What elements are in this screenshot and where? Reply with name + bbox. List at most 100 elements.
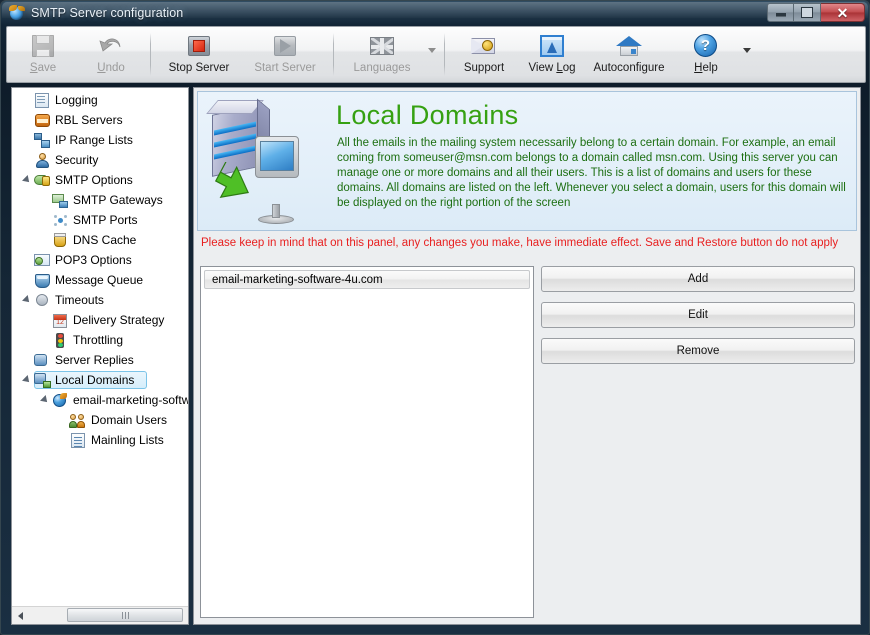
tree-expander-icon[interactable] [20, 377, 34, 383]
tree-item-label: IP Range Lists [55, 133, 133, 147]
main-toolbar: Save Undo Stop Server Start Server [6, 26, 866, 83]
languages-dropdown-button[interactable] [425, 27, 439, 82]
toolbar-button-support[interactable]: Support [450, 27, 518, 82]
tree-item-label: Throttling [73, 333, 123, 347]
tree-item-label: Delivery Strategy [73, 313, 164, 327]
tree-item-delivery-strategy[interactable]: Delivery Strategy [12, 310, 188, 330]
pop3-mail-icon [34, 252, 51, 268]
tree-item-smtp-ports[interactable]: SMTP Ports [12, 210, 188, 230]
tree-item-label: email-marketing-softw [73, 393, 188, 407]
tree-item-label: Domain Users [91, 413, 167, 427]
settings-tree[interactable]: Logging RBL Servers IP Range Lists Security… [12, 90, 188, 605]
arrow-left-icon [18, 612, 23, 620]
globe-icon [52, 392, 69, 408]
domain-action-buttons: Add Edit Remove [541, 266, 855, 364]
edit-button[interactable]: Edit [541, 302, 855, 328]
page-title: Local Domains [336, 100, 519, 131]
toolbar-button-stop-server[interactable]: Stop Server [156, 27, 242, 82]
navigation-sidebar: Logging RBL Servers IP Range Lists Security… [11, 87, 189, 625]
tree-item-label: Logging [55, 93, 98, 107]
toolbar-button-help[interactable]: ? Help [672, 27, 740, 82]
tree-item-smtp-gateways[interactable]: SMTP Gateways [12, 190, 188, 210]
tree-item-pop3-options[interactable]: POP3 Options [12, 250, 188, 270]
page-banner: Local Domains All the emails in the mail… [197, 91, 857, 231]
list-item[interactable]: email-marketing-software-4u.com [204, 270, 530, 289]
toolbar-button-languages[interactable]: Languages [339, 27, 425, 82]
scroll-thumb[interactable] [67, 608, 183, 622]
toolbar-button-save[interactable]: Save [9, 27, 77, 82]
tree-item-domain-users[interactable]: Domain Users [12, 410, 188, 430]
add-button[interactable]: Add [541, 266, 855, 292]
tree-item-logging[interactable]: Logging [12, 90, 188, 110]
database-icon [34, 112, 51, 128]
toolbar-button-view-log[interactable]: View Log [518, 27, 586, 82]
toolbar-overflow-button[interactable] [740, 27, 754, 82]
server-monitor-icon [208, 98, 328, 226]
tree-item-local-domains[interactable]: Local Domains [12, 370, 188, 390]
tree-item-label: Local Domains [55, 373, 134, 387]
tree-item-throttling[interactable]: Throttling [12, 330, 188, 350]
mailing-list-icon [70, 432, 87, 448]
tree-item-label: SMTP Options [55, 173, 133, 187]
tree-expander-icon[interactable] [20, 297, 34, 303]
toolbar-label-help: Help [694, 62, 718, 74]
tree-item-label: DNS Cache [73, 233, 136, 247]
chevron-expanded-icon [22, 295, 32, 305]
queue-bin-icon [34, 272, 51, 288]
chevron-expanded-icon [40, 395, 50, 405]
remove-button[interactable]: Remove [541, 338, 855, 364]
tree-item-mainling-lists[interactable]: Mainling Lists [12, 430, 188, 450]
minimize-icon [776, 13, 786, 17]
maximize-icon [801, 7, 813, 18]
help-question-icon: ? [694, 31, 718, 61]
server-reply-icon [34, 352, 51, 368]
tree-item-server-replies[interactable]: Server Replies [12, 350, 188, 370]
tree-expander-icon[interactable] [38, 397, 52, 403]
tree-item-label: Mainling Lists [91, 433, 164, 447]
document-icon [34, 92, 51, 108]
toolbar-button-start-server[interactable]: Start Server [242, 27, 328, 82]
local-domains-icon [34, 372, 51, 388]
tree-item-timeouts[interactable]: Timeouts [12, 290, 188, 310]
tree-item-label: Server Replies [55, 353, 134, 367]
page-description: All the emails in the mailing system nec… [337, 136, 849, 211]
scroll-left-button[interactable] [12, 607, 29, 624]
toolbar-separator-2 [333, 33, 334, 76]
minimize-button[interactable] [767, 3, 794, 22]
chevron-down-icon [428, 48, 436, 53]
calendar-icon [52, 312, 69, 328]
toolbar-label-view-log: View Log [528, 62, 575, 74]
tree-item-email-marketing-softw[interactable]: email-marketing-softw [12, 390, 188, 410]
gateway-icon [52, 192, 69, 208]
sidebar-horizontal-scrollbar[interactable] [12, 606, 188, 624]
start-server-icon [273, 31, 297, 61]
maximize-button[interactable] [794, 3, 821, 22]
toolbar-label-save: Save [30, 62, 56, 74]
tree-item-smtp-options[interactable]: SMTP Options [12, 170, 188, 190]
support-envelope-icon [471, 31, 497, 61]
tree-item-message-queue[interactable]: Message Queue [12, 270, 188, 290]
tree-item-rbl-servers[interactable]: RBL Servers [12, 110, 188, 130]
tree-item-dns-cache[interactable]: DNS Cache [12, 230, 188, 250]
traffic-light-icon [52, 332, 69, 348]
toolbar-button-autoconfigure[interactable]: Autoconfigure [586, 27, 672, 82]
toolbar-label-autoconfigure: Autoconfigure [594, 62, 665, 74]
scroll-track[interactable] [29, 607, 171, 624]
title-bar[interactable]: SMTP Server configuration [1, 1, 870, 24]
content-panel: Local Domains All the emails in the mail… [193, 87, 861, 625]
close-button[interactable]: ✕ [821, 3, 865, 22]
window-title: SMTP Server configuration [31, 6, 183, 20]
tree-item-security[interactable]: Security [12, 150, 188, 170]
tree-item-label: Message Queue [55, 273, 143, 287]
window-controls: ✕ [767, 3, 865, 22]
application-window: SMTP Server configuration ✕ Save Undo [0, 0, 870, 635]
tree-item-ip-range-lists[interactable]: IP Range Lists [12, 130, 188, 150]
tree-expander-icon[interactable] [20, 177, 34, 183]
home-icon [616, 31, 642, 61]
toolbar-button-undo[interactable]: Undo [77, 27, 145, 82]
domain-listbox[interactable]: email-marketing-software-4u.com [200, 266, 534, 618]
network-icon [34, 132, 51, 148]
chevron-expanded-icon [22, 375, 32, 385]
chevron-expanded-icon [22, 175, 32, 185]
toolbar-label-undo: Undo [97, 62, 125, 74]
